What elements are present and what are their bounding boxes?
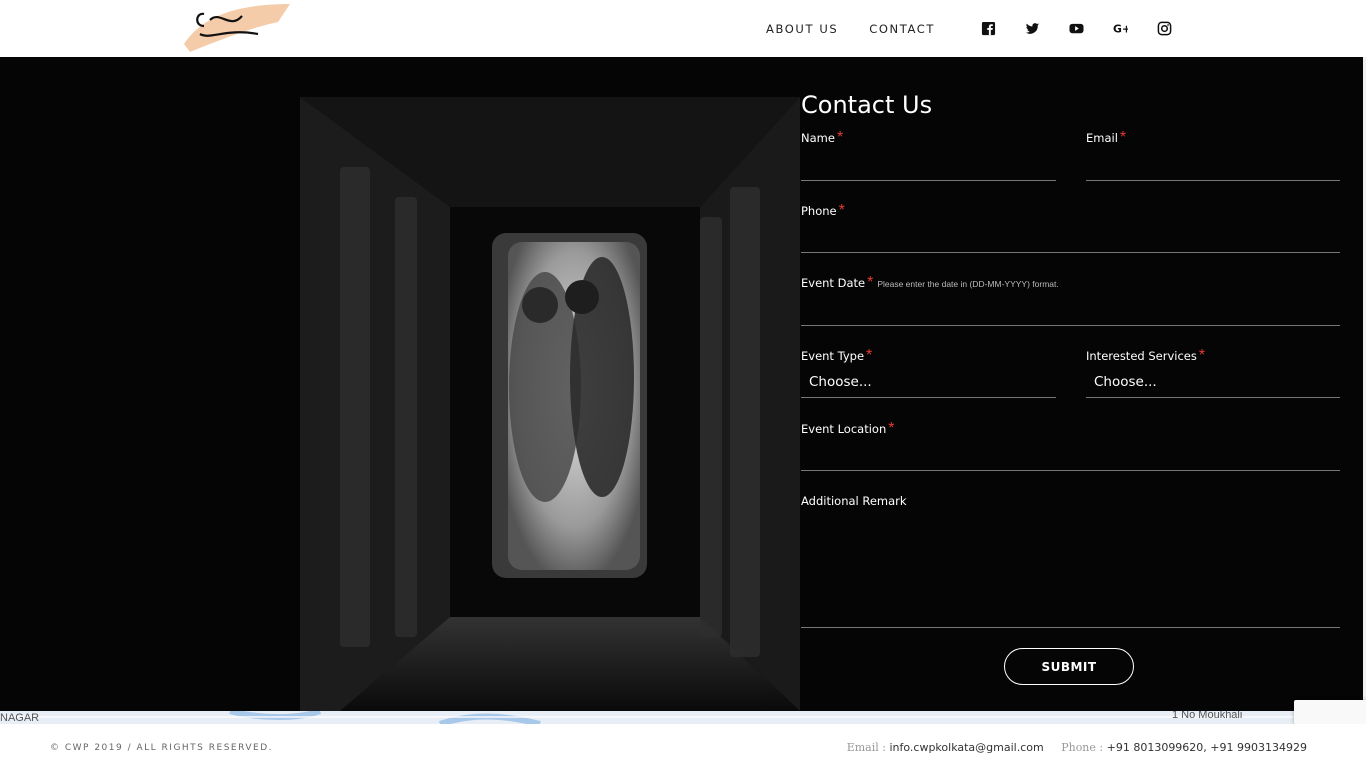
event-type-select[interactable]: Choose... [809, 374, 872, 390]
email-label-wrap: Email * [1086, 129, 1126, 147]
map-embed[interactable]: NAGAR 1 No Moukhali [0, 711, 1366, 724]
email-label: Email [1086, 131, 1118, 145]
services-label-wrap: Interested Services * [1086, 347, 1205, 365]
site-logo[interactable] [180, 0, 292, 55]
couple-corridor-photo [300, 97, 800, 711]
youtube-icon[interactable] [1068, 21, 1084, 37]
required-mark: * [1198, 347, 1206, 364]
required-mark: * [838, 202, 845, 219]
email-input[interactable] [1086, 180, 1340, 181]
event-date-label-wrap: Event Date * Please enter the date in (DD-… [801, 274, 1059, 292]
phone-label-wrap: Phone * [801, 202, 845, 220]
event-type-underline [801, 397, 1056, 398]
event-date-label: Event Date [801, 276, 866, 290]
site-footer: © CWP 2019 / ALL RIGHTS RESERVED. Email … [0, 724, 1366, 768]
required-mark: * [867, 274, 874, 291]
remark-label-wrap: Additional Remark [801, 492, 907, 510]
phone-key: Phone : [1061, 741, 1104, 754]
instagram-icon[interactable] [1156, 21, 1172, 37]
location-label: Event Location [801, 422, 887, 436]
map-roads [0, 711, 1366, 724]
svg-text:G+: G+ [1113, 23, 1128, 36]
twitter-icon[interactable] [1024, 21, 1040, 37]
services-underline [1086, 397, 1340, 398]
footer-contact: Email : info.cwpkolkata@gmail.com Phone … [847, 741, 1307, 754]
remark-label: Additional Remark [801, 494, 907, 508]
required-mark: * [888, 420, 895, 437]
services-select[interactable]: Choose... [1094, 374, 1157, 390]
event-date-input[interactable] [801, 325, 1340, 326]
main-nav: ABOUT US CONTACT G+ [766, 0, 1186, 57]
phone-numbers: +91 8013099620, +91 9903134929 [1106, 741, 1307, 754]
recaptcha-badge[interactable] [1294, 700, 1366, 724]
map-label-left: NAGAR [0, 712, 40, 724]
google-plus-icon[interactable]: G+ [1112, 21, 1128, 37]
nav-about-us[interactable]: ABOUT US [766, 22, 838, 36]
map-label-right: 1 No Moukhali [1172, 711, 1243, 721]
name-label: Name [801, 131, 835, 145]
submit-button[interactable]: SUBMIT [1004, 648, 1134, 685]
location-input[interactable] [801, 470, 1340, 471]
copyright-text: © CWP 2019 / ALL RIGHTS RESERVED. [50, 743, 273, 753]
email-link[interactable]: info.cwpkolkata@gmail.com [889, 741, 1043, 754]
facebook-icon[interactable] [980, 21, 996, 37]
required-mark: * [836, 129, 844, 146]
site-header: ABOUT US CONTACT G+ [0, 0, 1366, 57]
required-mark: * [1119, 129, 1127, 146]
name-input[interactable] [801, 180, 1056, 181]
services-label: Interested Services [1086, 349, 1197, 363]
location-label-wrap: Event Location * [801, 420, 894, 438]
nav-contact[interactable]: CONTACT [869, 22, 935, 36]
phone-input[interactable] [801, 252, 1340, 253]
phone-label: Phone [801, 204, 837, 218]
hero-section [0, 57, 1366, 711]
logo-brush-icon [184, 4, 290, 52]
remark-textarea[interactable] [801, 627, 1340, 628]
event-type-label-wrap: Event Type * [801, 347, 872, 365]
name-label-wrap: Name * [801, 129, 843, 147]
form-title: Contact Us [801, 91, 933, 119]
required-mark: * [866, 347, 873, 364]
event-type-label: Event Type [801, 349, 865, 363]
event-date-hint: Please enter the date in (DD-MM-YYYY) fo… [877, 279, 1059, 289]
email-key: Email : [846, 741, 886, 754]
